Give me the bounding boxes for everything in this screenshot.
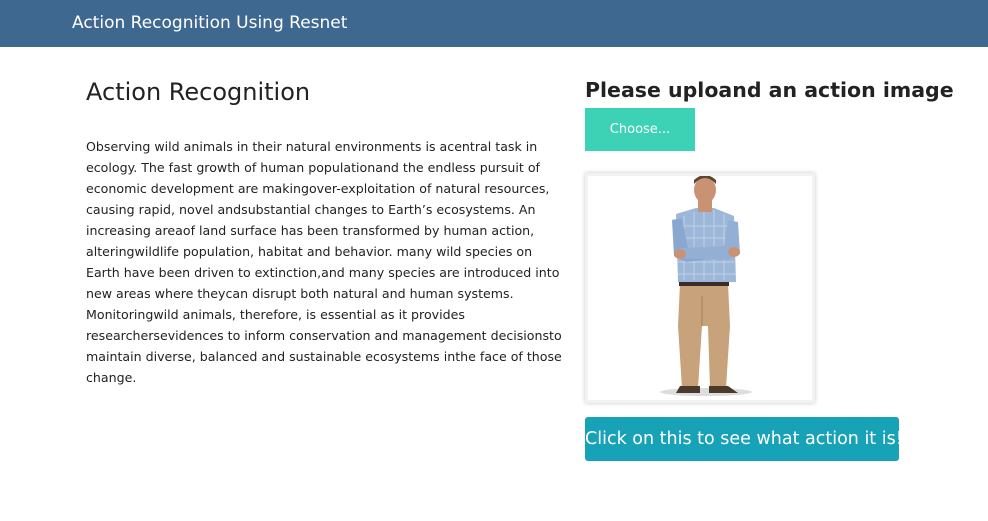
upload-title: Please uploand an action image	[585, 78, 954, 102]
predict-action-button[interactable]: Click on this to see what action it is!	[585, 417, 903, 461]
page-title: Action Recognition	[86, 78, 311, 106]
choose-file-button[interactable]: Choose...	[585, 108, 695, 151]
description-text: Observing wild animals in their natural …	[86, 139, 562, 385]
navbar: Action Recognition Using Resnet	[0, 0, 988, 47]
image-preview	[585, 173, 815, 403]
upload-section: Please uploand an action image Choose...	[585, 76, 954, 461]
description-section: Action Recognition Observing wild animal…	[86, 76, 562, 388]
navbar-brand[interactable]: Action Recognition Using Resnet	[72, 12, 347, 34]
standing-man-photo	[588, 176, 812, 400]
